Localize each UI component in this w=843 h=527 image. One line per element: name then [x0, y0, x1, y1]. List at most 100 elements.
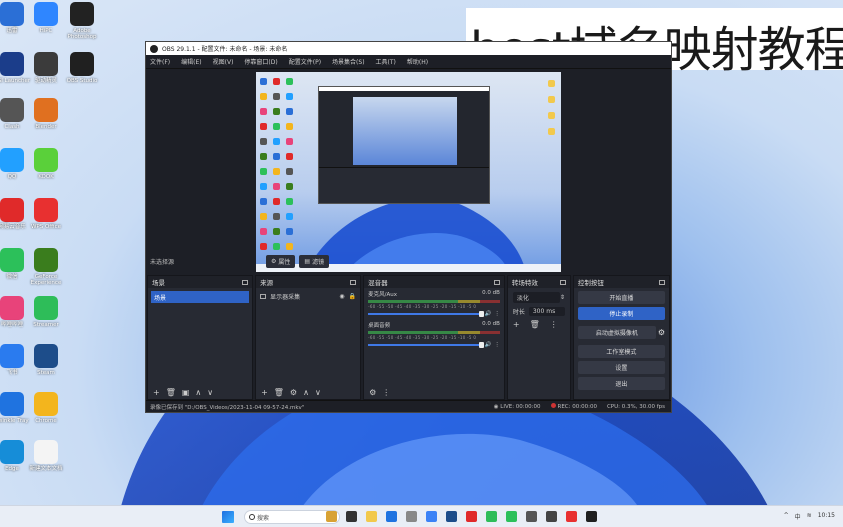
move-down-icon[interactable]: ∨ — [315, 388, 321, 397]
taskbar-app-icon[interactable] — [446, 511, 457, 522]
filters-button[interactable]: ▤ 滤镜 — [299, 254, 330, 268]
popout-icon[interactable] — [493, 279, 500, 285]
start-streaming-button[interactable]: 开始直播 — [577, 291, 665, 304]
menu-item[interactable]: 停靠窗口(D) — [244, 57, 277, 66]
app-icon — [34, 52, 58, 76]
taskbar-app-icon[interactable] — [366, 511, 377, 522]
volume-slider[interactable] — [368, 342, 484, 348]
obs-window[interactable]: OBS 29.1.1 - 配置文件: 未命名 - 场景: 未命名 文件(F) 编辑… — [145, 41, 672, 413]
source-settings-icon[interactable]: ⚙ — [290, 388, 297, 397]
exit-button[interactable]: 退出 — [577, 377, 665, 390]
rec-time: REC: 00:00:00 — [557, 404, 597, 410]
move-up-icon[interactable]: ∧ — [195, 388, 201, 397]
popout-icon[interactable] — [350, 279, 357, 285]
scene-filter-icon[interactable]: ▣ — [182, 388, 190, 397]
desktop-icon[interactable]: KOOK — [24, 148, 68, 180]
desktop-icon[interactable]: Streamer — [24, 296, 68, 328]
menu-dots-icon[interactable]: ⋮ — [550, 320, 558, 329]
menu-item[interactable]: 配置文件(P) — [289, 57, 321, 66]
desktop-icon[interactable]: Blender — [24, 98, 68, 130]
app-icon — [0, 198, 24, 222]
popout-icon[interactable] — [242, 279, 249, 285]
slider-knob[interactable] — [478, 342, 484, 348]
desktop-icon[interactable]: Steam — [24, 344, 68, 376]
taskbar-app-icon[interactable] — [326, 511, 337, 522]
popout-icon[interactable] — [659, 279, 665, 285]
app-icon — [34, 98, 58, 122]
preview-desktop-icon — [273, 213, 280, 220]
clock[interactable]: 10:15 — [818, 512, 835, 521]
add-transition-button[interactable]: + — [513, 320, 520, 329]
taskbar-app-icon[interactable] — [586, 511, 597, 522]
menu-item[interactable]: 文件(F) — [150, 57, 170, 66]
record-dot-icon — [550, 403, 556, 408]
speaker-icon[interactable]: 🔊 — [485, 342, 492, 348]
volume-slider[interactable] — [368, 311, 484, 317]
speaker-icon[interactable]: 🔊 — [485, 311, 492, 317]
taskbar-app-icon[interactable] — [506, 511, 517, 522]
properties-button[interactable]: ⚙ 属性 — [266, 254, 296, 268]
remove-source-icon[interactable]: 🗑 — [274, 388, 284, 397]
button-label: 退出 — [615, 381, 628, 388]
menu-dots-icon[interactable]: ⋮ — [494, 342, 500, 348]
menu-item[interactable]: 工具(T) — [376, 57, 396, 66]
preview-desktop-icon — [286, 228, 293, 235]
virtual-camera-button[interactable]: 启动虚拟摄像机 — [577, 326, 656, 339]
menu-dots-icon[interactable]: ⋮ — [494, 311, 500, 317]
add-source-button[interactable]: + — [261, 388, 268, 397]
button-label: 工作室模式 — [606, 349, 637, 356]
desktop-icon[interactable]: 新建文本文档 — [24, 440, 68, 472]
chevron-up-icon[interactable]: ^ — [784, 512, 789, 521]
desktop-icon[interactable]: OBS Studio — [60, 52, 104, 84]
duration-input[interactable]: 300 ms — [528, 307, 565, 316]
remove-scene-icon[interactable]: 🗑 — [166, 388, 176, 397]
windows-start-icon[interactable] — [222, 511, 234, 523]
lock-icon[interactable]: 🔒 — [349, 293, 356, 300]
move-up-icon[interactable]: ∧ — [303, 388, 309, 397]
wifi-icon[interactable]: ≋ — [807, 512, 812, 521]
taskbar-app-icon[interactable] — [346, 511, 357, 522]
taskbar-app-icon[interactable] — [426, 511, 437, 522]
slider-knob[interactable] — [478, 311, 484, 317]
add-scene-button[interactable]: + — [153, 388, 160, 397]
input-lang[interactable]: 中 — [795, 512, 801, 521]
desktop-icon-label: OBS Studio — [66, 78, 98, 84]
preview-screen[interactable] — [256, 72, 561, 272]
system-tray: ^ 中 ≋ 10:15 — [784, 512, 835, 521]
menu-dots-icon[interactable]: ⋮ — [382, 388, 390, 397]
popout-icon[interactable] — [559, 279, 566, 285]
menu-item[interactable]: 帮助(H) — [407, 57, 428, 66]
transitions-title: 转场特效 — [511, 279, 538, 287]
menu-item[interactable]: 视图(V) — [213, 57, 234, 66]
preview-desktop-icon — [273, 153, 280, 160]
eye-icon[interactable]: ◉ — [339, 293, 344, 300]
obs-titlebar[interactable]: OBS 29.1.1 - 配置文件: 未命名 - 场景: 未命名 — [146, 42, 671, 55]
scene-item[interactable]: 场景 — [151, 291, 250, 303]
taskbar-app-icon[interactable] — [466, 511, 477, 522]
app-icon — [0, 296, 24, 320]
taskbar-app-icon[interactable] — [566, 511, 577, 522]
desktop-icon[interactable]: Chrome — [24, 392, 68, 424]
taskbar-app-icon[interactable] — [386, 511, 397, 522]
desktop-icon[interactable]: GeForce Experience — [24, 248, 68, 286]
remove-transition-icon[interactable]: 🗑 — [530, 320, 540, 329]
transition-select[interactable]: 淡化 ⇕ — [512, 292, 565, 303]
preview-desktop-icon — [260, 93, 267, 100]
desktop-icon[interactable]: Adobe Photoshop — [60, 2, 104, 40]
taskbar-app-icon[interactable] — [406, 511, 417, 522]
source-item[interactable]: 显示器采集 ◉ 🔒 — [260, 291, 356, 302]
gear-icon[interactable]: ⚙ — [658, 328, 665, 337]
menu-item[interactable]: 场景集合(S) — [332, 57, 365, 66]
menu-item[interactable]: 编辑(E) — [181, 57, 201, 66]
desktop-icon[interactable]: WPS Office — [24, 198, 68, 230]
taskbar-app-icon[interactable] — [526, 511, 537, 522]
studio-mode-button[interactable]: 工作室模式 — [577, 345, 665, 358]
preview-desktop-icon — [548, 80, 555, 87]
stop-recording-button[interactable]: 停止录制 — [577, 307, 665, 320]
app-icon — [34, 198, 58, 222]
taskbar-app-icon[interactable] — [486, 511, 497, 522]
advanced-audio-icon[interactable]: ⚙ — [369, 388, 376, 397]
move-down-icon[interactable]: ∨ — [207, 388, 213, 397]
taskbar-app-icon[interactable] — [546, 511, 557, 522]
settings-button[interactable]: 设置 — [577, 361, 665, 374]
